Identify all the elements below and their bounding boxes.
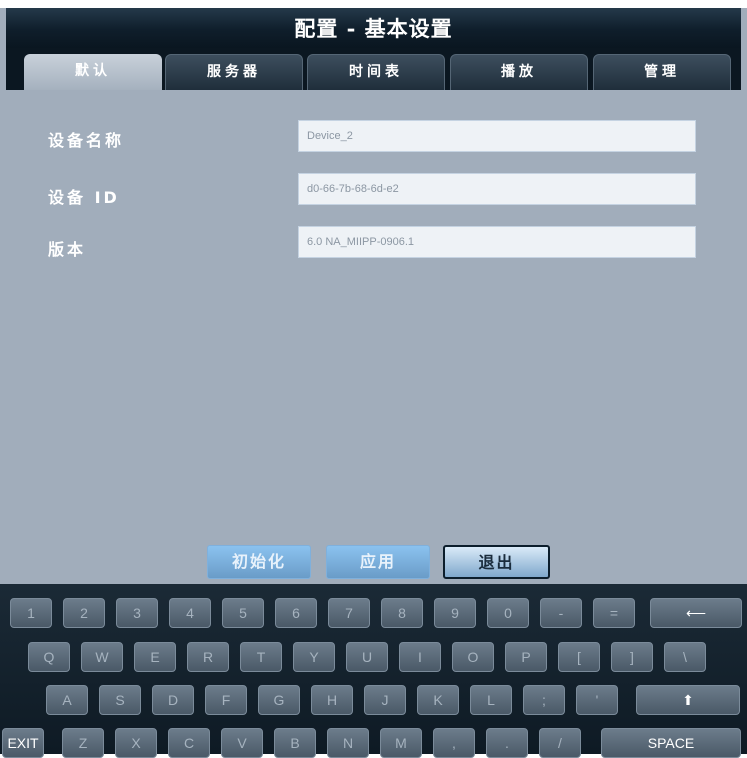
key-4[interactable]: 4	[169, 598, 211, 628]
key-row3-10[interactable]: '	[576, 685, 618, 715]
key-12[interactable]: =	[593, 598, 635, 628]
key-row3-2[interactable]: D	[152, 685, 194, 715]
exit-button[interactable]: 退出	[443, 545, 550, 579]
backspace-key[interactable]: ⟵	[650, 598, 742, 628]
version-label: 版本	[48, 240, 87, 259]
key-11[interactable]: -	[540, 598, 582, 628]
device-name-label: 设备名称	[48, 131, 125, 150]
key-row3-9[interactable]: ;	[523, 685, 565, 715]
tab-playback[interactable]: 播放	[450, 54, 588, 92]
key-row3-7[interactable]: K	[417, 685, 459, 715]
settings-panel: 设备名称 设备 ID 版本	[6, 90, 741, 538]
key-row3-3[interactable]: F	[205, 685, 247, 715]
key-row3-1[interactable]: S	[99, 685, 141, 715]
key-row2-2[interactable]: E	[134, 642, 176, 672]
key-row2-6[interactable]: U	[346, 642, 388, 672]
config-window: 配置 - 基本设置 默认 服务器 时间表 播放 管理 设备名称 设备 ID 版本…	[0, 8, 747, 758]
version-field[interactable]	[298, 226, 696, 258]
tab-server[interactable]: 服务器	[165, 54, 303, 92]
key-7[interactable]: 7	[328, 598, 370, 628]
key-row3-4[interactable]: G	[258, 685, 300, 715]
initialize-button[interactable]: 初始化	[207, 545, 311, 579]
key-1[interactable]: 1	[10, 598, 52, 628]
key-row3-6[interactable]: J	[364, 685, 406, 715]
key-row2-5[interactable]: Y	[293, 642, 335, 672]
key-2[interactable]: 2	[63, 598, 105, 628]
device-name-field[interactable]	[298, 120, 696, 152]
key-row2-12[interactable]: \	[664, 642, 706, 672]
key-row2-3[interactable]: R	[187, 642, 229, 672]
apply-button[interactable]: 应用	[326, 545, 430, 579]
window-title: 配置 - 基本设置	[294, 16, 453, 41]
on-screen-keyboard: 1 2 3 4 5 6 7 8 9 0- = ⟵ Q W E R T Y U I O P[] \ A S D F G H J K L; ' ⬆ EX…	[0, 584, 747, 758]
key-9[interactable]: 9	[434, 598, 476, 628]
key-6[interactable]: 6	[275, 598, 317, 628]
key-10[interactable]: 0	[487, 598, 529, 628]
key-row2-1[interactable]: W	[81, 642, 123, 672]
key-row3-0[interactable]: A	[46, 685, 88, 715]
key-row2-4[interactable]: T	[240, 642, 282, 672]
device-id-field[interactable]	[298, 173, 696, 205]
key-row2-9[interactable]: P	[505, 642, 547, 672]
key-row3-8[interactable]: L	[470, 685, 512, 715]
key-row3-5[interactable]: H	[311, 685, 353, 715]
tab-default[interactable]: 默认	[24, 54, 162, 94]
key-5[interactable]: 5	[222, 598, 264, 628]
key-row2-11[interactable]: ]	[611, 642, 653, 672]
key-row2-7[interactable]: I	[399, 642, 441, 672]
tab-schedule[interactable]: 时间表	[307, 54, 445, 92]
device-id-label: 设备 ID	[48, 188, 120, 207]
title-bar: 配置 - 基本设置	[6, 8, 741, 48]
tab-bar: 默认 服务器 时间表 播放 管理	[6, 48, 741, 94]
key-8[interactable]: 8	[381, 598, 423, 628]
key-row2-8[interactable]: O	[452, 642, 494, 672]
tab-manage[interactable]: 管理	[593, 54, 731, 92]
key-row2-10[interactable]: [	[558, 642, 600, 672]
action-bar: 初始化 应用 退出	[6, 538, 741, 584]
key-row2-0[interactable]: Q	[28, 642, 70, 672]
key-3[interactable]: 3	[116, 598, 158, 628]
shift-key[interactable]: ⬆	[636, 685, 740, 715]
